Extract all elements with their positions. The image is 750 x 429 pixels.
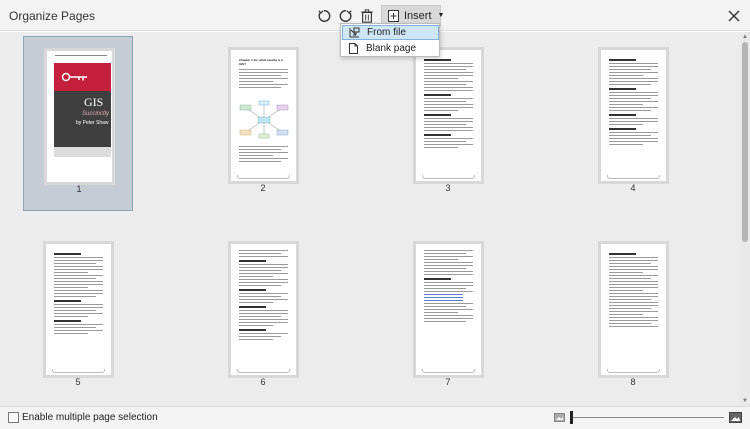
page-thumbnail-7[interactable]: 7: [393, 230, 503, 405]
menu-item-label: Blank page: [366, 43, 417, 54]
close-icon[interactable]: [724, 6, 744, 26]
page-sheet: [231, 244, 296, 375]
page-number: 7: [445, 377, 451, 387]
scrollbar-thumb[interactable]: [742, 42, 748, 242]
menu-item-blank-page[interactable]: Blank page: [342, 41, 439, 56]
page-sheet: [601, 50, 666, 181]
page-number: 5: [75, 377, 81, 387]
insert-button-label: Insert: [404, 9, 432, 22]
cover-header-line: [55, 55, 107, 56]
page-thumbnail-4[interactable]: 4: [578, 36, 688, 211]
page-frame: [598, 47, 669, 184]
page-sheet: Chapter 1 So, what exactly is a GIS?: [231, 50, 296, 181]
key-icon: [61, 72, 87, 82]
page-grid: GIS Succinctly by Peter Shaw 1 Chapter 1…: [0, 32, 740, 406]
page-sheet: [416, 50, 481, 181]
page-text: [424, 56, 473, 150]
page-thumbnail-3[interactable]: 3: [393, 36, 503, 211]
page-curl: [237, 369, 290, 373]
blank-page-icon: [347, 43, 359, 55]
page-text: [609, 250, 658, 329]
page-heading: Chapter 1 So, what exactly is a GIS?: [239, 58, 283, 66]
page-frame: [43, 241, 114, 378]
page-curl: [422, 369, 475, 373]
page-frame: [413, 241, 484, 378]
page-number: 6: [260, 377, 266, 387]
page-frame: GIS Succinctly by Peter Shaw: [44, 48, 115, 185]
page-frame: [228, 241, 299, 378]
page-sheet: [416, 244, 481, 375]
page-text: [54, 250, 103, 336]
page-curl: [422, 175, 475, 179]
cover-footer: [54, 147, 111, 157]
page-number: 2: [260, 183, 266, 193]
window-title: Organize Pages: [9, 9, 96, 23]
book-cover: GIS Succinctly by Peter Shaw: [54, 63, 111, 157]
page-thumbnail-1[interactable]: GIS Succinctly by Peter Shaw 1: [23, 36, 133, 211]
page-thumbnail-2[interactable]: Chapter 1 So, what exactly is a GIS? 2: [208, 36, 318, 211]
menu-item-label: From file: [367, 27, 406, 38]
cover-author: by Peter Shaw: [76, 120, 109, 126]
page-thumbnail-6[interactable]: 6: [208, 230, 318, 405]
page-sheet: [601, 244, 666, 375]
zoom-slider-track[interactable]: [572, 417, 724, 418]
rotate-counterclockwise-icon[interactable]: [315, 7, 333, 25]
page-frame: Chapter 1 So, what exactly is a GIS?: [228, 47, 299, 184]
status-bar: Enable multiple page selection: [0, 406, 750, 429]
page-number: 1: [76, 184, 82, 194]
page-text: Chapter 1 So, what exactly is a GIS?: [239, 58, 288, 90]
page-curl: [607, 369, 660, 373]
add-page-icon: [388, 9, 399, 22]
mind-map-diagram: [239, 100, 289, 139]
page-text: [424, 250, 473, 324]
page-frame: [598, 241, 669, 378]
scroll-up-icon[interactable]: ▲: [740, 33, 750, 41]
scroll-down-icon[interactable]: ▼: [740, 397, 750, 405]
menu-item-from-file[interactable]: From file: [342, 25, 439, 40]
page-number: 3: [445, 183, 451, 193]
page-sheet: [46, 244, 111, 375]
page-frame: [413, 47, 484, 184]
page-number: 4: [630, 183, 636, 193]
cover-title: GIS: [84, 95, 104, 109]
zoom-in-image-icon[interactable]: [729, 412, 742, 423]
page-thumbnail-8[interactable]: 8: [578, 230, 688, 405]
vertical-scrollbar[interactable]: ▲ ▼: [740, 32, 750, 406]
page-sheet: GIS Succinctly by Peter Shaw: [47, 51, 112, 182]
page-text: [609, 56, 658, 147]
multi-select-label[interactable]: Enable multiple page selection: [22, 412, 158, 423]
file-import-icon: [348, 27, 360, 39]
insert-menu: From file Blank page: [340, 23, 440, 57]
page-number: 8: [630, 377, 636, 387]
page-curl: [237, 175, 290, 179]
zoom-slider-thumb[interactable]: [570, 411, 573, 424]
multi-select-checkbox[interactable]: [8, 412, 19, 423]
page-text: [239, 146, 288, 164]
page-thumbnail-5[interactable]: 5: [23, 230, 133, 405]
zoom-out-image-icon[interactable]: [554, 413, 565, 422]
page-curl: [607, 175, 660, 179]
cover-subtitle: Succinctly: [82, 111, 110, 117]
page-curl: [52, 369, 105, 373]
page-text: [239, 250, 288, 342]
chevron-down-icon: ▼: [437, 12, 445, 19]
